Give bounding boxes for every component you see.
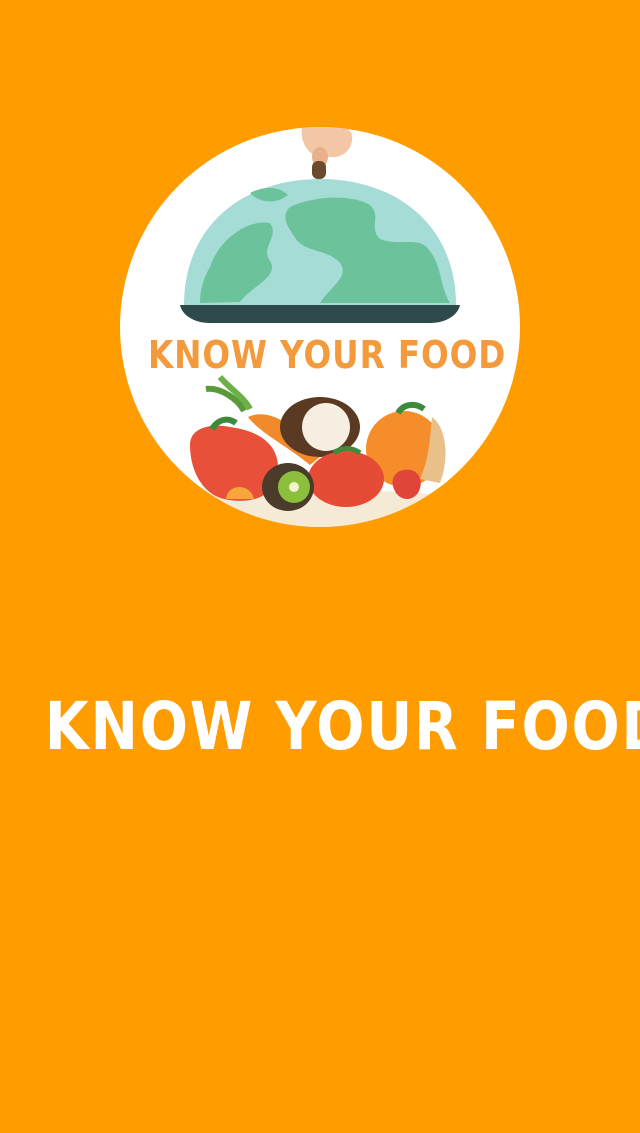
- vegetables-icon: [130, 375, 510, 527]
- splash-screen: KNOW YOUR FOOD KNOW YOUR FOOD: [0, 0, 640, 1133]
- app-logo: KNOW YOUR FOOD: [120, 127, 520, 527]
- globe-cloche-icon: [130, 127, 510, 527]
- app-title: KNOW YOUR FOOD: [44, 688, 640, 765]
- logo-text: KNOW YOUR FOOD: [148, 333, 507, 377]
